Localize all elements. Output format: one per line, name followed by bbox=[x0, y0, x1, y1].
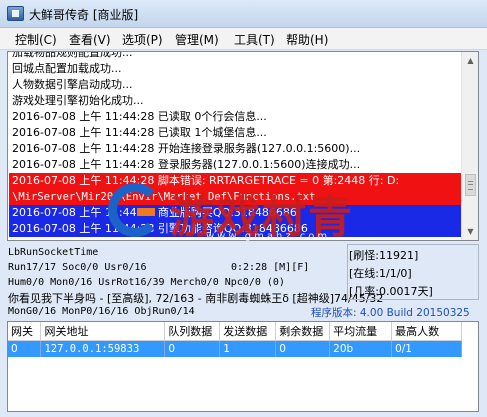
menu-tools[interactable]: 工具(T) bbox=[232, 31, 277, 48]
col-gateway-address[interactable]: 网关地址 bbox=[40, 322, 166, 341]
stat-rate: [几率:0.0017天] bbox=[349, 285, 433, 298]
app-icon bbox=[7, 6, 24, 21]
scroll-thumb[interactable] bbox=[465, 174, 476, 196]
cell-gateway: 0 bbox=[8, 340, 42, 357]
log-line-highlight: 2016-07-08 上午 11:44:28 引擎功能咨询QQ:31848668… bbox=[9, 221, 462, 237]
scroll-down-icon[interactable]: ▼ bbox=[462, 223, 478, 240]
log-line: 2016-07-08 上午 11:44:28 登录服务器(127.0.0.1:5… bbox=[12, 158, 361, 171]
col-queue-data[interactable]: 队列数据 bbox=[164, 322, 221, 341]
log-line: 人物数据引擎启动成功... bbox=[12, 78, 133, 91]
stat-refresh: [刷怪:11921] bbox=[349, 249, 419, 262]
table-row[interactable]: 0 127.0.0.1:59833 0 1 0 20b 0/1 bbox=[8, 340, 462, 357]
window-title: 大鲜哥传奇 [商业版] bbox=[29, 8, 139, 22]
status-time: 0:2:28 [M][F] bbox=[231, 262, 310, 273]
col-avg-traffic[interactable]: 平均流量 bbox=[329, 322, 393, 341]
col-max-users[interactable]: 最高人数 bbox=[391, 322, 462, 341]
menu-view[interactable]: 查看(V) bbox=[67, 31, 113, 48]
version-label: 程序版本: 4.00 Build 20150325 bbox=[311, 307, 470, 319]
log-line: 2016-07-08 上午 11:44:28 已读取 0个行会信息... bbox=[12, 110, 267, 123]
log-scrollbar[interactable]: ▲ ▼ bbox=[461, 52, 478, 240]
menu-control[interactable]: 控制(C) bbox=[13, 31, 59, 48]
log-line: 2016-07-08 上午 11:44:28 已读取 1个城堡信息... bbox=[12, 126, 267, 139]
log-line: 2016-07-08 上午 11:44:28 开始连接登录服务器(127.0.0… bbox=[12, 142, 361, 155]
cell-sent: 1 bbox=[219, 340, 277, 357]
log-line-highlight: 2016-07-08 上午 11:44:28 商业版购买QQ:318486686 bbox=[9, 205, 462, 221]
menu-bar: 控制(C) 查看(V) 选项(P) 管理(M) 工具(T) 帮助(H) bbox=[0, 28, 487, 50]
cell-max: 0/1 bbox=[391, 340, 462, 357]
log-lines: 加载物品规则配置成功... 回城点配置加载成功... 人物数据引擎启动成功...… bbox=[9, 51, 462, 237]
log-line-error: \MirServer\Mir200\Envir\Market_Def\Funct… bbox=[9, 189, 462, 205]
menu-help[interactable]: 帮助(H) bbox=[284, 31, 330, 48]
stat-online: [在线:1/1/0] bbox=[349, 267, 412, 280]
menu-manage[interactable]: 管理(M) bbox=[173, 31, 221, 48]
status-run: Run17/17 Soc0/0 Usr0/16 bbox=[8, 262, 147, 273]
status-hum: Hum0/0 Mon0/16 UsrRot16/39 Merch0/0 Npc0… bbox=[8, 277, 285, 288]
log-line: 加载物品规则配置成功... bbox=[12, 51, 133, 59]
table-header: 网关 网关地址 队列数据 发送数据 剩余数据 平均流量 最高人数 bbox=[8, 322, 462, 341]
menu-options[interactable]: 选项(P) bbox=[120, 31, 165, 48]
status-socket: LbRunSocketTime bbox=[8, 247, 99, 258]
cell-avg: 20b bbox=[329, 340, 393, 357]
col-remaining-data[interactable]: 剩余数据 bbox=[275, 322, 331, 341]
col-sent-data[interactable]: 发送数据 bbox=[219, 322, 277, 341]
log-line: 游戏处理引擎初始化成功... bbox=[12, 94, 144, 107]
title-bar: 大鲜哥传奇 [商业版] bbox=[0, 0, 487, 28]
col-gateway[interactable]: 网关 bbox=[8, 322, 42, 341]
gateway-table[interactable]: 网关 网关地址 队列数据 发送数据 剩余数据 平均流量 最高人数 0 127.0… bbox=[7, 321, 479, 412]
cell-remaining: 0 bbox=[275, 340, 331, 357]
log-line-error: 2016-07-08 上午 11:44:28 脚本错误: RRTARGETRAC… bbox=[9, 173, 462, 189]
cell-address: 127.0.0.1:59833 bbox=[40, 340, 166, 357]
log-line: 回城点配置加载成功... bbox=[12, 62, 122, 75]
cell-queue: 0 bbox=[164, 340, 221, 357]
log-panel[interactable]: 加载物品规则配置成功... 回城点配置加载成功... 人物数据引擎启动成功...… bbox=[7, 51, 479, 241]
status-panel: LbRunSocketTime Run17/17 Soc0/0 Usr0/16 … bbox=[7, 244, 479, 322]
status-mon: MonG0/16 MonP0/16/16 ObjRun0/14 bbox=[8, 306, 195, 317]
scroll-up-icon[interactable]: ▲ bbox=[462, 52, 478, 69]
